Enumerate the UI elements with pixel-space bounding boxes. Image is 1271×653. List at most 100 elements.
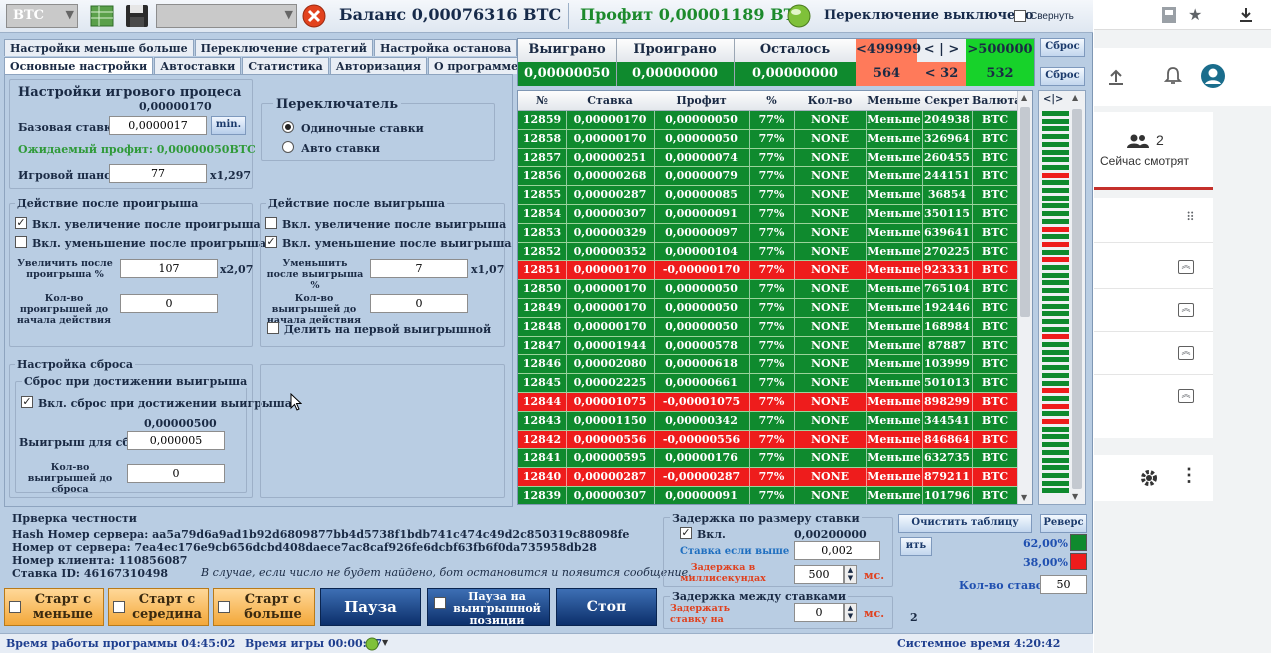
upload-icon[interactable]: [1108, 68, 1124, 86]
col-number[interactable]: №: [518, 94, 566, 107]
start-less-checkbox[interactable]: [9, 601, 21, 613]
reset-stats-button-1[interactable]: Сброс: [1040, 38, 1085, 57]
col-direction[interactable]: Меньше: [866, 94, 922, 107]
double-chevron-up-icon[interactable]: ︽: [1178, 346, 1194, 360]
delay-between-stepper[interactable]: ▲ ▼: [844, 603, 857, 622]
strip-scroll-thumb[interactable]: [1072, 109, 1082, 489]
table-row[interactable]: 12854 0,00000307 0,00000091 77% NONE Меньше 35…: [518, 204, 1018, 224]
page-icon[interactable]: [1160, 6, 1178, 24]
tab-authorization[interactable]: Авторизация: [329, 57, 427, 74]
avatar[interactable]: [1201, 64, 1225, 88]
start-middle-checkbox[interactable]: [113, 601, 125, 613]
start-middle-button[interactable]: Старт с середина: [108, 588, 209, 626]
col-percent[interactable]: %: [749, 94, 794, 107]
scroll-down-icon[interactable]: ▼: [1072, 492, 1078, 501]
chance-input[interactable]: 77: [109, 164, 207, 183]
col-secret[interactable]: Секрет: [922, 94, 972, 107]
scroll-up-icon[interactable]: ▲: [1021, 93, 1027, 102]
star-icon[interactable]: ★: [1188, 5, 1202, 24]
scroll-down-icon[interactable]: ▼: [1021, 493, 1027, 502]
double-chevron-up-icon[interactable]: ︽: [1178, 389, 1194, 403]
scroll-thumb[interactable]: [1020, 107, 1030, 317]
table-row[interactable]: 12853 0,00000329 0,00000097 77% NONE Меньше 63…: [518, 223, 1018, 243]
table-row[interactable]: 12840 0,00000287 -0,00000287 77% NONE Меньше 8…: [518, 468, 1018, 487]
tab-autobets[interactable]: Автоставки: [154, 57, 242, 74]
table-row[interactable]: 12850 0,00000170 0,00000050 77% NONE Меньше 76…: [518, 280, 1018, 299]
clear-table-button[interactable]: Очистить таблицу: [898, 514, 1032, 533]
tab-stop-settings[interactable]: Настройка останова: [373, 39, 518, 56]
table-row[interactable]: 12848 0,00000170 0,00000050 77% NONE Меньше 16…: [518, 317, 1018, 337]
tab-less-more[interactable]: Настройки меньше больше: [4, 39, 194, 56]
single-bets-radio[interactable]: [282, 121, 294, 133]
profile-select[interactable]: ▼: [156, 4, 297, 28]
status-globe-icon[interactable]: [365, 637, 379, 651]
table-row[interactable]: 12849 0,00000170 0,00000050 77% NONE Меньше 19…: [518, 298, 1018, 318]
table-row[interactable]: 12845 0,00002225 0,00000661 77% NONE Меньше 50…: [518, 374, 1018, 393]
table-row[interactable]: 12856 0,00000268 0,00000079 77% NONE Меньше 24…: [518, 167, 1018, 187]
it-button[interactable]: ить: [900, 537, 932, 556]
win-count-input[interactable]: 0: [370, 294, 468, 313]
more-vert-icon[interactable]: ⋮: [1180, 465, 1198, 486]
table-row[interactable]: 12843 0,00001150 0,00000342 77% NONE Меньше 34…: [518, 411, 1018, 431]
tab-about[interactable]: О программе: [427, 57, 525, 74]
bell-icon[interactable]: [1164, 66, 1182, 86]
loss-count-input[interactable]: 0: [120, 294, 218, 313]
loss-increase-checkbox[interactable]: ✓: [15, 217, 27, 229]
reset-on-win-checkbox[interactable]: ✓: [21, 396, 33, 408]
table-row[interactable]: 12855 0,00000287 0,00000085 77% NONE Меньше 36…: [518, 186, 1018, 205]
table-row[interactable]: 12852 0,00000352 0,00000104 77% NONE Меньше 27…: [518, 242, 1018, 262]
pause-on-win-button[interactable]: Пауза на выигрышной позиции: [427, 588, 550, 627]
reverse-button[interactable]: Реверс: [1040, 514, 1087, 533]
spreadsheet-icon[interactable]: [89, 3, 115, 29]
table-row[interactable]: 12847 0,00001944 0,00000578 77% NONE Меньше 87…: [518, 336, 1018, 356]
currency-select[interactable]: BTC ▼: [6, 4, 78, 28]
tab-statistics[interactable]: Статистика: [242, 57, 329, 74]
stop-button[interactable]: Стоп: [556, 588, 657, 626]
tab-strategy-switch[interactable]: Переключение стратегий: [194, 39, 373, 56]
win-increase-checkbox[interactable]: [265, 217, 277, 229]
win-decrease-checkbox[interactable]: ✓: [265, 236, 277, 248]
table-row[interactable]: 12844 0,00001075 -0,00001075 77% NONE Меньше 8…: [518, 392, 1018, 412]
download-icon[interactable]: [1239, 7, 1253, 23]
chevron-down-icon[interactable]: ▼: [382, 638, 388, 647]
table-row[interactable]: 12846 0,00002080 0,00000618 77% NONE Меньше 10…: [518, 355, 1018, 375]
double-chevron-up-icon[interactable]: ︽: [1178, 303, 1194, 317]
table-row[interactable]: 12841 0,00000595 0,00000176 77% NONE Меньше 63…: [518, 449, 1018, 469]
reset-count-input[interactable]: 0: [127, 464, 225, 483]
table-row[interactable]: 12839 0,00000307 0,00000091 77% NONE Меньше 10…: [518, 486, 1018, 504]
close-icon[interactable]: [301, 3, 327, 29]
table-scrollbar[interactable]: ▲ ▼: [1017, 91, 1032, 504]
loss-increase-pct-input[interactable]: 107: [120, 259, 218, 278]
table-row[interactable]: 12857 0,00000251 0,00000074 77% NONE Меньше 26…: [518, 148, 1018, 168]
reset-stats-button-2[interactable]: Сброс: [1040, 67, 1085, 86]
scroll-up-icon[interactable]: ▲: [1072, 93, 1078, 102]
grid-icon[interactable]: ⠿: [1186, 210, 1195, 224]
table-row[interactable]: 12842 0,00000556 -0,00000556 77% NONE Меньше 8…: [518, 430, 1018, 450]
min-button[interactable]: min.: [211, 116, 246, 135]
collapse-checkbox[interactable]: [1014, 10, 1026, 22]
start-more-checkbox[interactable]: [218, 601, 230, 613]
bets-count-input[interactable]: 50: [1040, 575, 1087, 594]
split-first-win-checkbox[interactable]: [267, 322, 279, 334]
col-currency[interactable]: Валюта: [972, 94, 1021, 107]
double-chevron-up-icon[interactable]: ︽: [1178, 260, 1194, 274]
delay-enable-checkbox[interactable]: ✓: [680, 527, 692, 539]
reset-wins-input[interactable]: 0,000005: [127, 431, 225, 450]
base-bet-input[interactable]: 0,0000017: [109, 116, 207, 135]
table-row[interactable]: 12859 0,00000170 0,00000050 77% NONE Меньше 20…: [518, 111, 1018, 130]
loss-decrease-checkbox[interactable]: [15, 236, 27, 248]
bet-above-input[interactable]: 0,002: [794, 541, 880, 560]
delay-ms-stepper[interactable]: ▲ ▼: [844, 565, 857, 584]
tab-main-settings[interactable]: Основные настройки: [4, 57, 154, 74]
win-decrease-pct-input[interactable]: 7: [370, 259, 468, 278]
start-more-button[interactable]: Старт с больше: [213, 588, 315, 626]
delay-ms-input[interactable]: 500: [794, 565, 844, 584]
gear-icon[interactable]: [1139, 468, 1159, 488]
pause-on-win-checkbox[interactable]: [434, 597, 446, 609]
status-light-icon[interactable]: [786, 3, 812, 29]
delay-between-input[interactable]: 0: [794, 603, 844, 622]
table-row[interactable]: 12858 0,00000170 0,00000050 77% NONE Меньше 32…: [518, 129, 1018, 149]
pause-button[interactable]: Пауза: [320, 588, 421, 626]
save-icon[interactable]: [124, 3, 150, 29]
start-less-button[interactable]: Старт с меньше: [4, 588, 104, 626]
